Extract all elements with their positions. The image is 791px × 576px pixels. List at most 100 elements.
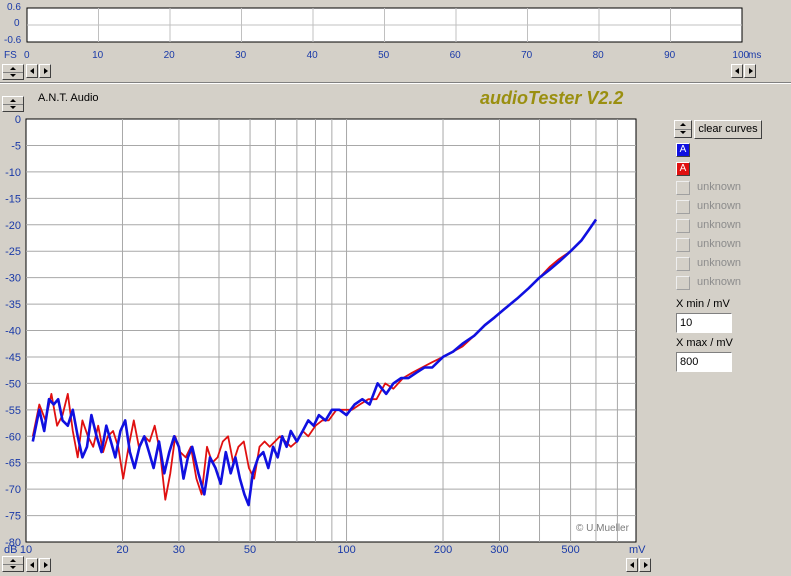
spinner-down-icon[interactable]: [3, 105, 23, 112]
scope-y-tick-mid: 0: [14, 18, 20, 29]
x-axis-label: mV: [629, 544, 646, 556]
y-tick-label: -15: [5, 193, 21, 205]
scope-y-tick-bottom: -0.6: [4, 35, 22, 46]
y-tick-label: -10: [5, 167, 21, 179]
channel-slot-toggle[interactable]: [676, 257, 690, 271]
main-scroll-left-button[interactable]: [26, 558, 38, 572]
channel-slot-toggle[interactable]: [676, 276, 690, 290]
y-tick-label: 0: [15, 114, 21, 126]
arrow-left-icon: [30, 68, 34, 74]
scope-x-right-button[interactable]: [744, 64, 756, 78]
brand-label: A.N.T. Audio: [38, 92, 99, 104]
arrow-right-icon: [44, 562, 48, 568]
scope-x-left-button[interactable]: [731, 64, 743, 78]
scope-svg: [26, 7, 743, 43]
spinner-up-icon[interactable]: [3, 97, 23, 105]
x-tick-label: 200: [434, 544, 452, 556]
series-line-blue: [31, 218, 598, 507]
app-title: audioTester V2.2: [480, 88, 624, 108]
y-tick-label: -45: [5, 352, 21, 364]
channel-slot-label: unknown: [697, 238, 742, 250]
spinner-up-icon[interactable]: [675, 121, 691, 130]
spinner-up-icon[interactable]: [3, 557, 23, 565]
scope-x-tick-label: 100: [732, 50, 750, 61]
spinner-down-icon[interactable]: [3, 565, 23, 572]
arrow-left-icon: [30, 562, 34, 568]
xmin-label: X min / mV: [676, 298, 730, 310]
channel-slot-label: unknown: [697, 257, 742, 269]
panel-separator: [0, 82, 791, 84]
scope-x-tick-label: 80: [592, 50, 604, 61]
y-tick-label: -20: [5, 220, 21, 232]
arrow-right-icon: [749, 68, 753, 74]
scope-x-tick-label: 20: [163, 50, 175, 61]
chart-copyright: © U.Mueller: [576, 523, 629, 534]
main-scroll-right-button[interactable]: [39, 558, 51, 572]
x-tick-label: 50: [244, 544, 256, 556]
main-x-left-button[interactable]: [626, 558, 638, 572]
xmax-label: X max / mV: [676, 337, 733, 349]
y-tick-label: -65: [5, 458, 21, 470]
xmin-field[interactable]: [676, 313, 732, 333]
main-x-right-button[interactable]: [639, 558, 651, 572]
x-tick-label: 10: [20, 544, 32, 556]
x-tick-label: 20: [116, 544, 128, 556]
scope-scroll-left-button[interactable]: [26, 64, 38, 78]
channel-slot-toggle[interactable]: [676, 200, 690, 214]
scope-x-tick-label: 50: [378, 50, 390, 61]
arrow-left-icon: [735, 68, 739, 74]
spinner-down-icon[interactable]: [3, 73, 23, 80]
y-tick-label: -80: [5, 537, 21, 549]
scope-x-tick-label: 60: [449, 50, 461, 61]
x-tick-label: 30: [173, 544, 185, 556]
scope-y-spinner[interactable]: [2, 64, 24, 80]
y-tick-label: -25: [5, 246, 21, 258]
y-tick-label: -40: [5, 326, 21, 338]
channel-a-blue-toggle[interactable]: A: [676, 143, 690, 157]
spinner-down-icon[interactable]: [675, 130, 691, 138]
channel-slot-toggle[interactable]: [676, 219, 690, 233]
y-tick-label: -5: [11, 140, 21, 152]
curves-spinner[interactable]: [674, 120, 692, 138]
series-line-red: [31, 218, 597, 501]
x-tick-label: 300: [490, 544, 508, 556]
scope-panel: 0.6 0 -0.6 FS 0 10 20 30 40 50 60 70 80 90 100 ms: [0, 0, 791, 80]
x-tick-label: 500: [561, 544, 579, 556]
y-axis-label: dB: [4, 544, 17, 556]
y-tick-label: -75: [5, 511, 21, 523]
y-tick-label: -70: [5, 484, 21, 496]
y-tick-label: -35: [5, 299, 21, 311]
scope-scroll-right-button[interactable]: [39, 64, 51, 78]
main-plot-area: [25, 118, 637, 543]
channel-slot-label: unknown: [697, 200, 742, 212]
channel-slot-toggle[interactable]: [676, 238, 690, 252]
x-tick-label: 100: [337, 544, 355, 556]
channel-a-red-toggle[interactable]: A: [676, 162, 690, 176]
y-tick-label: -50: [5, 378, 21, 390]
y-tick-label: -30: [5, 273, 21, 285]
arrow-right-icon: [644, 562, 648, 568]
scope-x-tick-label: 70: [521, 50, 533, 61]
channel-slot-label: unknown: [697, 181, 742, 193]
xmax-field[interactable]: [676, 352, 732, 372]
scope-x-unit: ms: [748, 50, 762, 61]
clear-curves-button[interactable]: clear curves: [694, 120, 762, 139]
channel-slot-label: unknown: [697, 219, 742, 231]
y-tick-label: -55: [5, 405, 21, 417]
channel-slot-toggle[interactable]: [676, 181, 690, 195]
channel-slot-label: unknown: [697, 276, 742, 288]
scope-x-tick-label: 30: [235, 50, 247, 61]
scope-x-tick-label: 90: [664, 50, 676, 61]
y-tick-label: -60: [5, 431, 21, 443]
main-y-spinner[interactable]: [2, 96, 24, 112]
scope-y-unit: FS: [4, 50, 17, 61]
arrow-left-icon: [630, 562, 634, 568]
main-chart: 0 -5 -10 -15 -20 -25 -30 -35 -40 -45 -50 -55 -60 -65 -…: [4, 114, 646, 556]
scope-x-tick-label: 10: [92, 50, 104, 61]
arrow-right-icon: [44, 68, 48, 74]
scope-x-tick-label: 40: [306, 50, 318, 61]
scope-x-tick-label: 0: [24, 50, 30, 61]
spinner-up-icon[interactable]: [3, 65, 23, 73]
scope-y-tick-top: 0.6: [7, 2, 21, 13]
main-x-spinner[interactable]: [2, 556, 24, 572]
